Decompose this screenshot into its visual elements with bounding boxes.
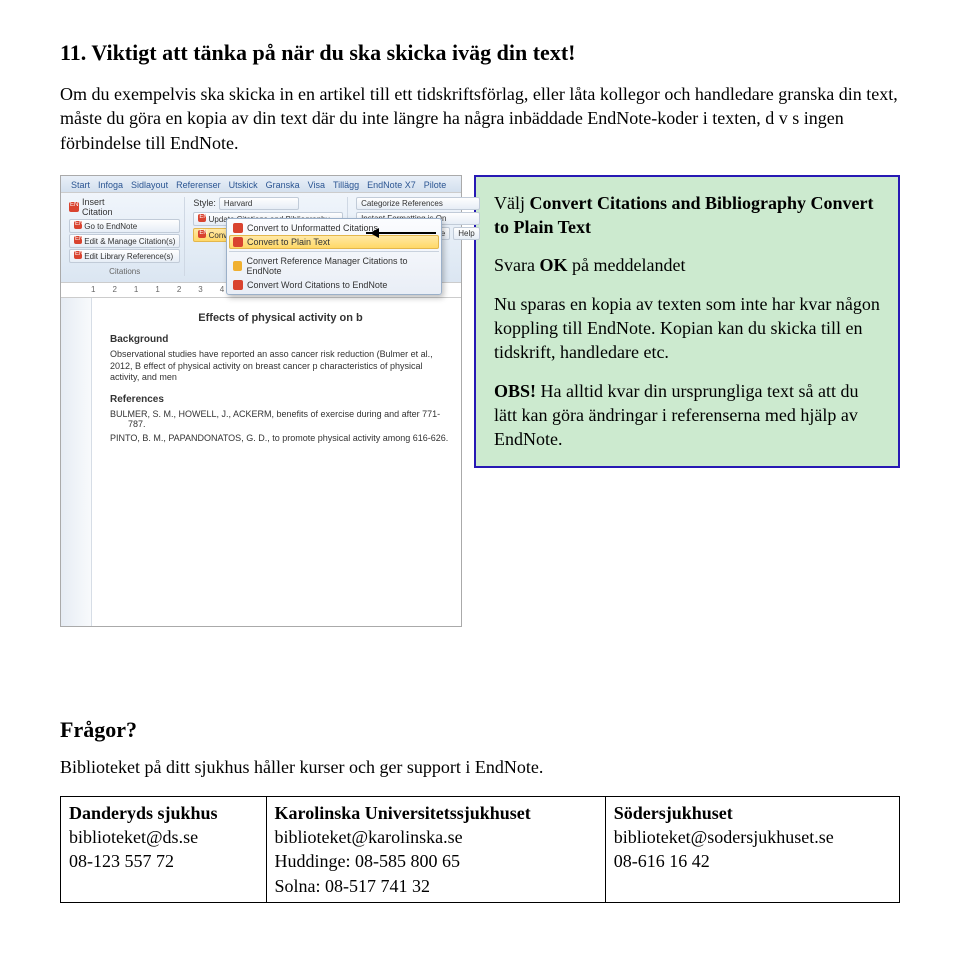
document-area: Effects of physical activity on b Backgr… [61,298,461,626]
contact-cell-sodersjukhuset: Södersjukhuset biblioteket@sodersjukhuse… [605,796,899,902]
references-heading: References [110,394,451,405]
ribbon-tabs: Start Infoga Sidlayout Referenser Utskic… [61,176,461,193]
contact-cell-karolinska: Karolinska Universitetssjukhuset bibliot… [266,796,605,902]
tab-endnote-x7[interactable]: EndNote X7 [367,180,416,190]
contact-phone: 08-616 16 42 [614,851,710,871]
left-margin [61,298,92,626]
endnote-icon [233,280,243,290]
background-heading: Background [110,334,451,345]
menu-convert-plain-text[interactable]: Convert to Plain Text [229,235,439,249]
hospital-name: Södersjukhuset [614,803,733,823]
edit-manage-citations-button[interactable]: Edit & Manage Citation(s) [69,234,180,248]
tab-sidlayout[interactable]: Sidlayout [131,180,168,190]
callout-step-1: Välj Convert Citations and Bibliography … [494,191,880,240]
tab-start[interactable]: Start [71,180,90,190]
rm-icon [233,261,242,271]
contact-phone: 08-123 557 72 [69,851,174,871]
hospital-name: Karolinska Universitetssjukhuset [275,803,531,823]
tab-referenser[interactable]: Referenser [176,180,221,190]
categorize-references-button[interactable]: Categorize References [356,197,480,210]
instruction-callout: Välj Convert Citations and Bibliography … [474,175,900,468]
arrow-icon [366,232,436,234]
tab-visa[interactable]: Visa [308,180,325,190]
citations-group-label: Citations [69,267,180,276]
tab-infoga[interactable]: Infoga [98,180,123,190]
intro-paragraph: Om du exempelvis ska skicka in en artike… [60,82,900,155]
style-label: Style: [193,198,216,208]
edit-library-reference-button[interactable]: Edit Library Reference(s) [69,249,180,263]
reference-entry: PINTO, B. M., PAPANDONATOS, G. D., to pr… [110,433,451,443]
help-button[interactable]: Help [453,227,479,240]
goto-endnote-button[interactable]: Go to EndNote [69,219,180,233]
hospital-name: Danderyds sjukhus [69,803,218,823]
tab-granska[interactable]: Granska [266,180,300,190]
contact-cell-danderyd: Danderyds sjukhus biblioteket@ds.se 08-1… [61,796,267,902]
screenshot-row: Start Infoga Sidlayout Referenser Utskic… [60,175,900,627]
endnote-icon [69,202,79,212]
background-paragraph: Observational studies have reported an a… [110,349,451,384]
menu-convert-word[interactable]: Convert Word Citations to EndNote [229,278,439,292]
questions-heading: Frågor? [60,717,900,743]
tab-pilote[interactable]: Pilote [424,180,447,190]
contact-phone: Huddinge: 08-585 800 65 [275,851,460,871]
word-screenshot: Start Infoga Sidlayout Referenser Utskic… [60,175,462,627]
contact-email: biblioteket@sodersjukhuset.se [614,827,834,847]
style-dropdown[interactable]: Harvard [219,197,299,210]
support-line: Biblioteket på ditt sjukhus håller kurse… [60,757,900,778]
tab-tillagg[interactable]: Tillägg [333,180,359,190]
table-row: Danderyds sjukhus biblioteket@ds.se 08-1… [61,796,900,902]
contact-phone: Solna: 08-517 741 32 [275,876,431,896]
callout-note: OBS! Ha alltid kvar din ursprungliga tex… [494,379,880,452]
document-page: Effects of physical activity on b Backgr… [92,298,461,626]
callout-step-2: Svara OK på meddelandet [494,253,880,277]
tab-utskick[interactable]: Utskick [229,180,258,190]
doc-title: Effects of physical activity on b [110,312,451,324]
section-heading: 11. Viktigt att tänka på när du ska skic… [60,40,900,66]
reference-entry: BULMER, S. M., HOWELL, J., ACKERM, benef… [110,409,451,429]
menu-convert-refman[interactable]: Convert Reference Manager Citations to E… [229,254,439,278]
references-list: BULMER, S. M., HOWELL, J., ACKERM, benef… [110,409,451,443]
insert-citation-label[interactable]: Insert Citation [82,197,113,217]
endnote-icon [233,223,243,233]
convert-dropdown-menu: Convert to Unformatted Citations Convert… [226,218,442,295]
contact-email: biblioteket@karolinska.se [275,827,463,847]
chunk-citations: Insert Citation Go to EndNote Edit & Man… [65,197,185,276]
contacts-table: Danderyds sjukhus biblioteket@ds.se 08-1… [60,796,900,903]
callout-step-3: Nu sparas en kopia av texten som inte ha… [494,292,880,365]
contact-email: biblioteket@ds.se [69,827,198,847]
endnote-icon [233,237,243,247]
